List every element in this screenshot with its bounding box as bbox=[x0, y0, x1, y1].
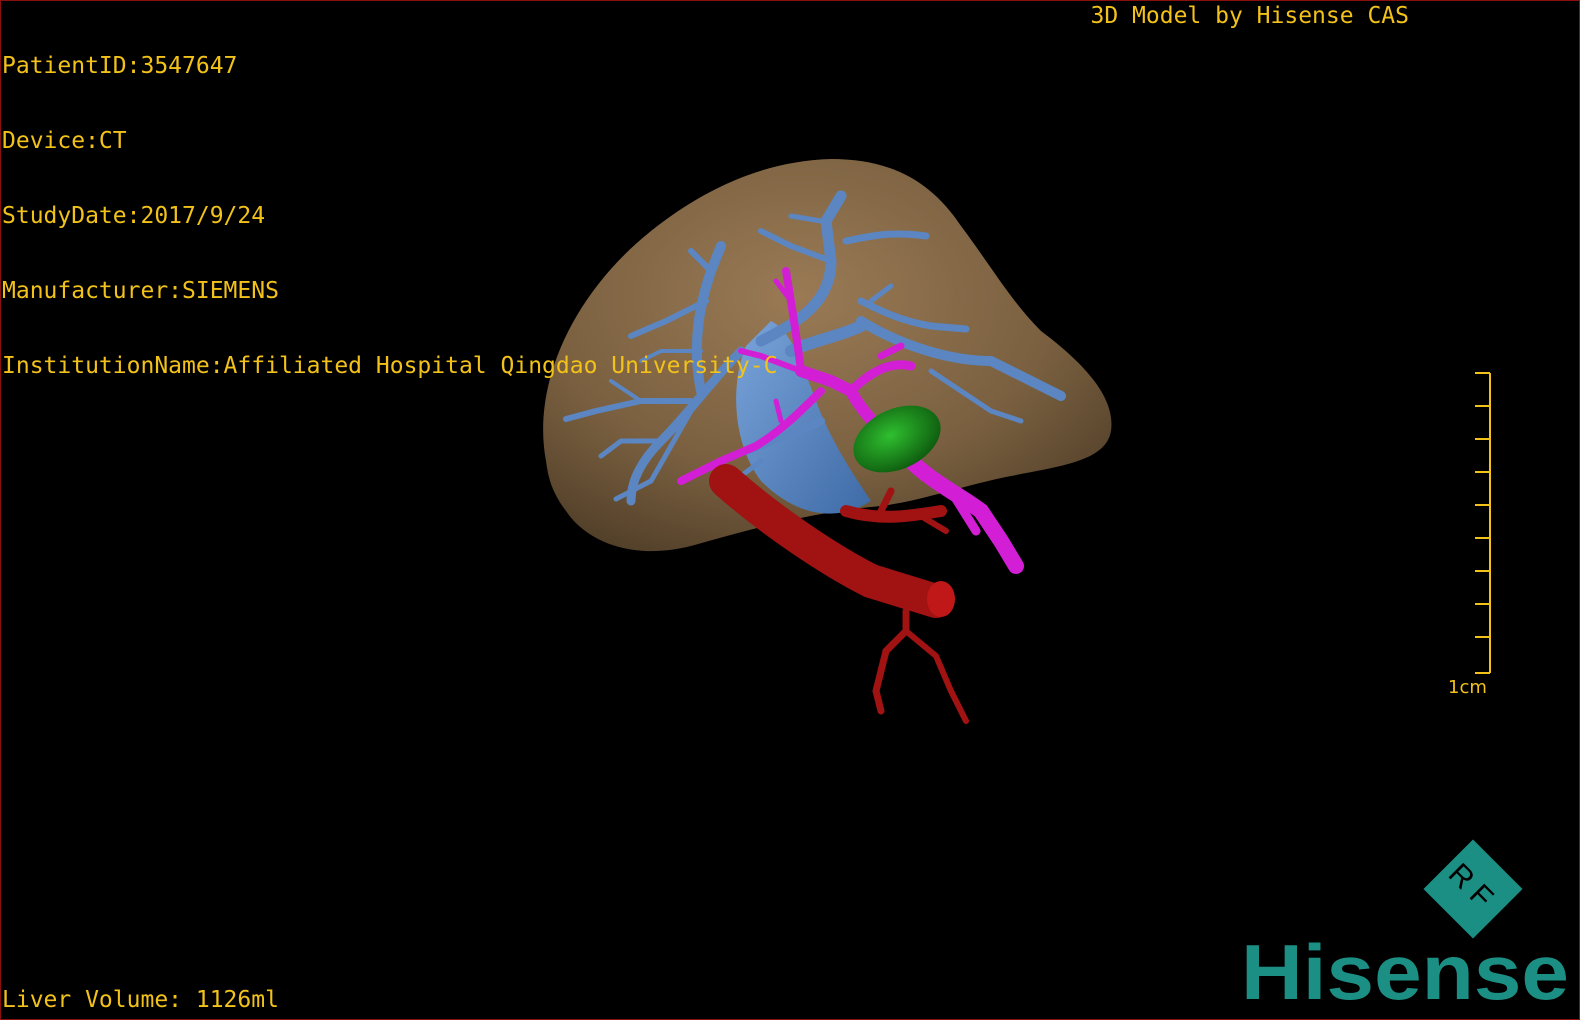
scale-bar bbox=[1475, 372, 1491, 674]
institution-name: InstitutionName:Affiliated Hospital Qing… bbox=[2, 353, 778, 379]
artery-cut-end bbox=[927, 581, 955, 617]
device: Device:CT bbox=[2, 128, 127, 154]
hisense-logo-text: Hisense bbox=[1241, 931, 1569, 1011]
patient-id: PatientID:3547647 bbox=[2, 53, 238, 79]
liver-volume: Liver Volume: 1126ml bbox=[2, 987, 279, 1013]
model-credit: 3D Model by Hisense CAS bbox=[1090, 3, 1410, 29]
study-date: StudyDate:2017/9/24 bbox=[2, 203, 266, 229]
scale-bar-label: 1cm bbox=[1448, 677, 1487, 698]
dicom-info-overlay: PatientID:3547647 Device:CT StudyDate:20… bbox=[2, 4, 777, 429]
3d-viewport[interactable]: PatientID:3547647 Device:CT StudyDate:20… bbox=[0, 0, 1580, 1020]
hisense-logo: Hisense bbox=[1241, 931, 1569, 1011]
manufacturer: Manufacturer:SIEMENS bbox=[2, 278, 279, 304]
rf-badge-icon: RF bbox=[1423, 839, 1523, 939]
